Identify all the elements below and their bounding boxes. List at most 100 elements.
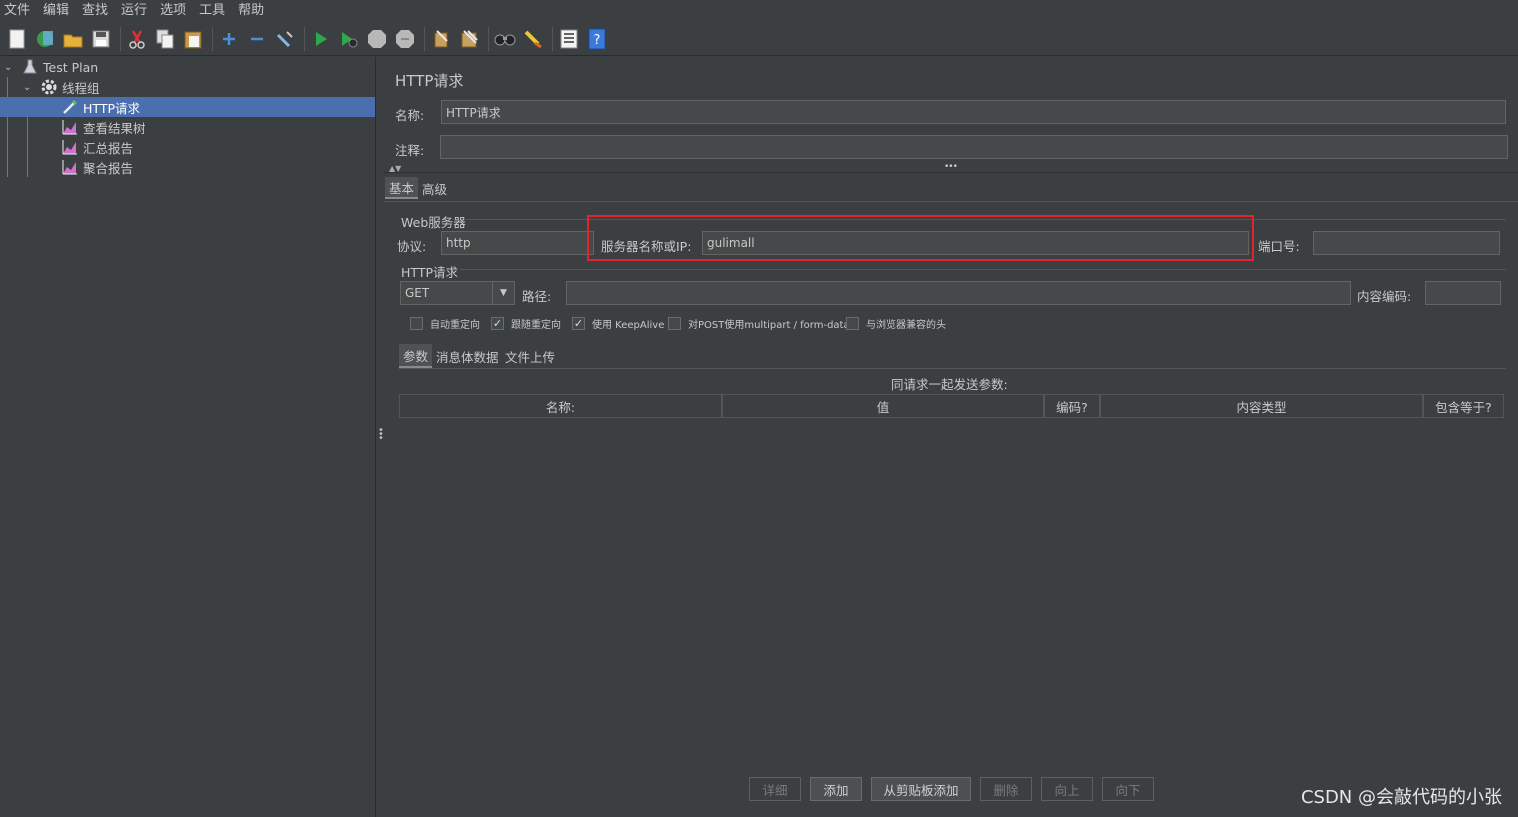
- comment-field[interactable]: [440, 135, 1508, 159]
- name-label: 名称:: [395, 108, 425, 123]
- port-field[interactable]: [1313, 231, 1500, 255]
- checkbox-label: 使用 KeepAlive: [592, 320, 665, 331]
- clear-icon[interactable]: [430, 28, 452, 50]
- tab-files-upload[interactable]: 文件上传: [501, 344, 559, 368]
- add-from-clipboard-button[interactable]: 从剪贴板添加: [871, 777, 971, 801]
- test-plan-tree: ⌄ Test Plan ⌄ 线程组 HTTP请求 查看结果树 汇总报告 聚合报告: [0, 57, 376, 817]
- start-icon[interactable]: [310, 28, 332, 50]
- save-icon[interactable]: [90, 28, 112, 50]
- column-header-content-type[interactable]: 内容类型: [1100, 394, 1423, 418]
- new-icon[interactable]: [6, 28, 28, 50]
- graph-icon: [62, 119, 78, 135]
- column-header-value[interactable]: 值: [722, 394, 1044, 418]
- group-border: [460, 269, 1506, 270]
- tree-node-label: 聚合报告: [83, 160, 134, 176]
- tree-node-label: 查看结果树: [83, 120, 146, 136]
- checkbox-box[interactable]: [668, 317, 681, 330]
- tree-node-test-plan[interactable]: ⌄ Test Plan: [4, 57, 98, 77]
- chevron-down-icon[interactable]: ⌄: [23, 82, 35, 93]
- open-icon[interactable]: [62, 28, 84, 50]
- clear-all-icon[interactable]: [458, 28, 480, 50]
- tab-body-data[interactable]: 消息体数据: [432, 344, 503, 368]
- toolbar-separator: [304, 26, 305, 51]
- cut-icon[interactable]: [126, 28, 148, 50]
- detail-button[interactable]: 详细: [749, 777, 801, 801]
- copy-icon[interactable]: [154, 28, 176, 50]
- multipart-checkbox[interactable]: 对POST使用multipart / form-data: [668, 316, 850, 331]
- follow-redirects-checkbox[interactable]: ✓ 跟随重定向: [491, 316, 561, 331]
- flask-icon: [22, 59, 38, 75]
- help-icon[interactable]: ?: [586, 28, 608, 50]
- tree-node-thread-group[interactable]: ⌄ 线程组: [23, 77, 100, 97]
- reset-search-icon[interactable]: [522, 28, 544, 50]
- split-pane-divider[interactable]: • • •: [376, 57, 384, 817]
- toolbar-separator: [552, 26, 553, 51]
- menu-file[interactable]: 文件: [4, 0, 36, 22]
- tree-node-aggregate-report[interactable]: 聚合报告: [62, 157, 133, 177]
- checkbox-label: 自动重定向: [430, 320, 480, 331]
- checkbox-box[interactable]: [846, 317, 859, 330]
- tree-node-view-results-tree[interactable]: 查看结果树: [62, 117, 146, 137]
- http-request-panel: HTTP请求 名称: HTTP请求 注释: ▲▼ ••• 基本 高级 Web服务…: [384, 57, 1518, 817]
- menu-tools[interactable]: 工具: [199, 0, 231, 22]
- toggle-icon[interactable]: [274, 28, 296, 50]
- tree-node-http-request[interactable]: HTTP请求: [0, 97, 375, 117]
- tree-node-summary-report[interactable]: 汇总报告: [62, 137, 133, 157]
- checkmark-icon[interactable]: ✓: [491, 317, 504, 330]
- http-request-group-title: HTTP请求: [401, 265, 458, 280]
- drag-handle-icon[interactable]: •••: [944, 162, 958, 172]
- menu-options[interactable]: 选项: [160, 0, 192, 22]
- function-helper-icon[interactable]: [558, 28, 580, 50]
- paste-icon[interactable]: [182, 28, 204, 50]
- tree-node-label: 汇总报告: [83, 140, 134, 156]
- tab-basic[interactable]: 基本: [385, 177, 419, 199]
- content-encoding-field[interactable]: [1425, 281, 1501, 305]
- auto-redirect-checkbox[interactable]: 自动重定向: [410, 316, 480, 331]
- path-field[interactable]: [566, 281, 1351, 305]
- protocol-field[interactable]: http: [441, 231, 594, 255]
- toolbar-separator: [488, 26, 489, 51]
- column-header-name[interactable]: 名称:: [399, 394, 722, 418]
- method-value: GET: [405, 286, 430, 300]
- path-label: 路径:: [522, 289, 552, 304]
- tab-parameters[interactable]: 参数: [399, 344, 433, 368]
- templates-icon[interactable]: [34, 28, 56, 50]
- checkbox-label: 跟随重定向: [511, 320, 561, 331]
- toolbar-separator: [212, 26, 213, 51]
- menu-bar: 文件 编辑 查找 运行 选项 工具 帮助: [0, 0, 1518, 22]
- add-button[interactable]: 添加: [810, 777, 862, 801]
- port-label: 端口号:: [1258, 239, 1300, 254]
- graph-icon: [62, 139, 78, 155]
- search-icon[interactable]: [494, 28, 516, 50]
- shutdown-icon[interactable]: [394, 28, 416, 50]
- start-no-pause-icon[interactable]: [338, 28, 360, 50]
- tree-node-label: 线程组: [62, 80, 100, 96]
- menu-help[interactable]: 帮助: [238, 0, 270, 22]
- content-encoding-label: 内容编码:: [1357, 289, 1412, 304]
- move-up-button[interactable]: 向上: [1041, 777, 1093, 801]
- column-header-encode[interactable]: 编码?: [1044, 394, 1100, 418]
- chevron-down-icon[interactable]: ▼: [492, 282, 514, 304]
- divider: [384, 201, 1518, 202]
- delete-button[interactable]: 删除: [980, 777, 1032, 801]
- browser-compatible-headers-checkbox[interactable]: 与浏览器兼容的头: [846, 316, 946, 331]
- tab-advanced[interactable]: 高级: [418, 177, 451, 199]
- gear-icon: [41, 79, 57, 95]
- column-header-include-equals[interactable]: 包含等于?: [1423, 394, 1504, 418]
- checkbox-box[interactable]: [410, 317, 423, 330]
- menu-edit[interactable]: 编辑: [43, 0, 75, 22]
- tree-node-label: Test Plan: [43, 59, 99, 75]
- name-field[interactable]: HTTP请求: [441, 100, 1506, 124]
- menu-search[interactable]: 查找: [82, 0, 114, 22]
- stop-icon[interactable]: [366, 28, 388, 50]
- method-select[interactable]: GET ▼: [400, 281, 515, 305]
- divider: [399, 368, 1506, 369]
- chevron-down-icon[interactable]: ⌄: [4, 62, 16, 73]
- keepalive-checkbox[interactable]: ✓ 使用 KeepAlive: [572, 316, 664, 331]
- checkmark-icon[interactable]: ✓: [572, 317, 585, 330]
- menu-run[interactable]: 运行: [121, 0, 153, 22]
- tree-guide-line: [7, 77, 8, 177]
- collapse-icon[interactable]: [246, 28, 268, 50]
- expand-icon[interactable]: [218, 28, 240, 50]
- move-down-button[interactable]: 向下: [1102, 777, 1154, 801]
